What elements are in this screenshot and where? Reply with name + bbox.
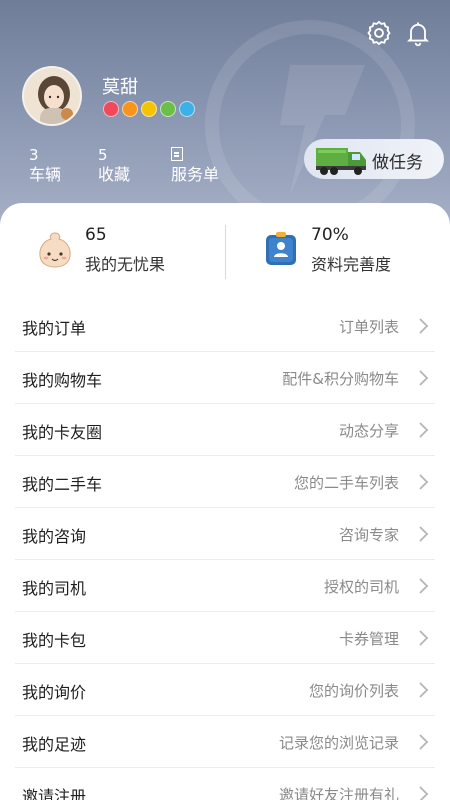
- stat-service-orders[interactable]: 服务单: [171, 146, 219, 186]
- summary-card: 65 我的无忧果 70% 资料完善度: [0, 203, 450, 303]
- menu-item-consultation[interactable]: 我的咨询 咨询专家: [15, 508, 435, 560]
- menu-item-title: 我的司机: [22, 579, 87, 598]
- menu-item-subtitle: 您的二手车列表: [293, 474, 399, 492]
- menu-item-title: 我的足迹: [22, 735, 87, 754]
- menu-item-title: 我的二手车: [22, 475, 103, 494]
- menu-item-wallet[interactable]: 我的卡包 卡券管理: [15, 612, 435, 664]
- menu-item-footprints[interactable]: 我的足迹 记录您的浏览记录: [15, 716, 435, 768]
- menu-item-subtitle: 咨询专家: [338, 526, 399, 544]
- menu-item-subtitle: 配件&积分购物车: [282, 370, 399, 388]
- fruit-count: 65: [85, 225, 107, 245]
- menu-item-title: 我的订单: [22, 319, 87, 338]
- chevron-right-icon: [419, 422, 429, 438]
- chevron-right-icon: [419, 318, 429, 334]
- badge-orange: [122, 101, 138, 117]
- settings-gear-icon[interactable]: [364, 18, 394, 48]
- menu-item-title: 我的卡包: [22, 631, 87, 650]
- stat-vehicles-count: 3: [29, 146, 39, 164]
- menu-item-title: 我的卡友圈: [22, 423, 103, 442]
- menu-item-subtitle: 卡券管理: [338, 630, 399, 648]
- background-logo-icon: [280, 65, 365, 195]
- username: 莫甜: [102, 77, 138, 98]
- chevron-right-icon: [419, 526, 429, 542]
- menu-item-used-trucks[interactable]: 我的二手车 您的二手车列表: [15, 456, 435, 508]
- menu-item-title: 我的购物车: [22, 371, 103, 390]
- menu-item-title: 我的咨询: [22, 527, 87, 546]
- profile-completion-label: 资料完善度: [311, 255, 392, 274]
- notification-bell-icon[interactable]: [403, 18, 433, 48]
- profile-completion-percent: 70%: [311, 225, 349, 245]
- level-badges: [103, 101, 198, 117]
- menu-item-driver-circle[interactable]: 我的卡友圈 动态分享: [15, 404, 435, 456]
- menu-item-invite[interactable]: 邀请注册 邀请好友注册有礼: [15, 768, 435, 800]
- menu-item-orders[interactable]: 我的订单 订单列表: [15, 300, 435, 352]
- menu-item-drivers[interactable]: 我的司机 授权的司机: [15, 560, 435, 612]
- badge-yellow: [141, 101, 157, 117]
- menu-item-cart[interactable]: 我的购物车 配件&积分购物车: [15, 352, 435, 404]
- stat-favorites[interactable]: 5 收藏: [98, 146, 130, 186]
- menu-item-subtitle: 您的询价列表: [308, 682, 399, 700]
- stat-favorites-count: 5: [98, 146, 108, 164]
- document-icon: [171, 147, 183, 161]
- chevron-right-icon: [419, 734, 429, 750]
- chevron-right-icon: [419, 578, 429, 594]
- fruit-label: 我的无忧果: [85, 255, 166, 274]
- badge-red: [103, 101, 119, 117]
- menu-item-title: 邀请注册: [22, 787, 87, 800]
- stat-service-orders-label: 服务单: [171, 165, 220, 184]
- menu-item-inquiry[interactable]: 我的询价 您的询价列表: [15, 664, 435, 716]
- profile-card-icon: [266, 232, 296, 265]
- summary-divider: [225, 225, 226, 279]
- badge-green: [160, 101, 176, 117]
- menu-item-subtitle: 动态分享: [338, 422, 399, 440]
- truck-icon: [316, 148, 366, 175]
- chevron-right-icon: [419, 630, 429, 646]
- menu-item-subtitle: 订单列表: [338, 318, 399, 336]
- fruit-mascot-icon: [39, 232, 71, 268]
- chevron-right-icon: [419, 682, 429, 698]
- stat-vehicles-label: 车辆: [29, 165, 62, 184]
- menu-item-subtitle: 邀请好友注册有礼: [278, 786, 399, 800]
- menu-item-subtitle: 授权的司机: [323, 578, 399, 596]
- do-task-button[interactable]: 做任务: [304, 139, 444, 179]
- chevron-right-icon: [419, 474, 429, 490]
- chevron-right-icon: [419, 786, 429, 800]
- stat-vehicles[interactable]: 3 车辆: [29, 146, 61, 186]
- do-task-label: 做任务: [372, 153, 423, 173]
- avatar[interactable]: [22, 66, 82, 126]
- chevron-right-icon: [419, 370, 429, 386]
- stat-favorites-label: 收藏: [98, 165, 131, 184]
- menu-item-subtitle: 记录您的浏览记录: [278, 734, 399, 752]
- menu-item-title: 我的询价: [22, 683, 87, 702]
- menu-list: 我的订单 订单列表 我的购物车 配件&积分购物车 我的卡友圈 动态分享 我的二手…: [0, 300, 450, 800]
- badge-blue: [179, 101, 195, 117]
